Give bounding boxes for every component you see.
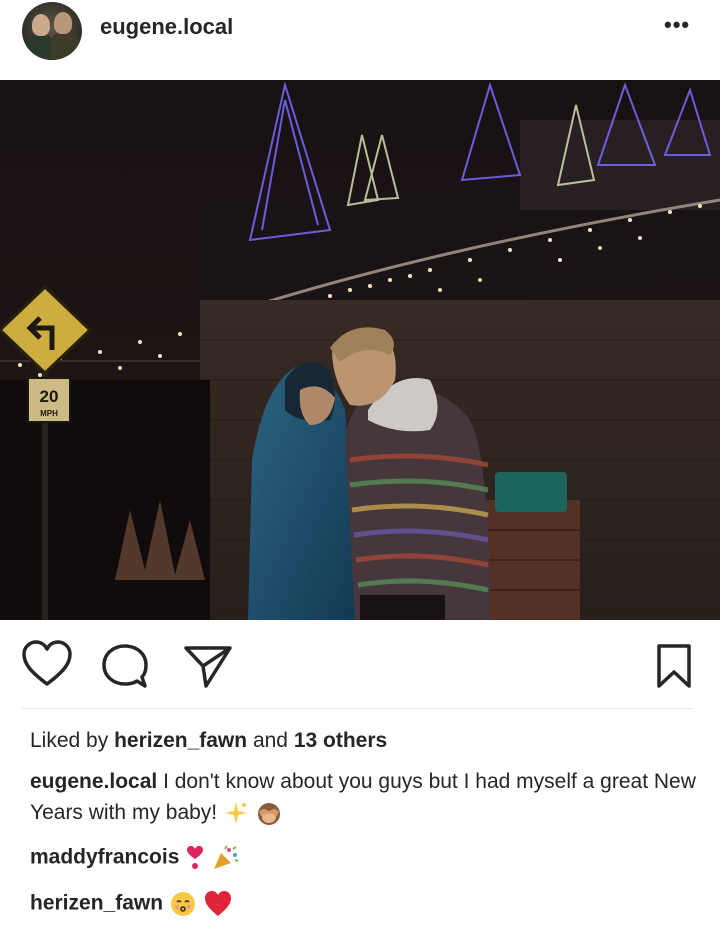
comment-bubble-icon[interactable] — [100, 642, 150, 690]
caption-author[interactable]: eugene.local — [30, 770, 157, 793]
post-photo[interactable]: 20 MPH — [0, 80, 720, 620]
likes-others[interactable]: 13 others — [294, 729, 387, 752]
comment-row: maddyfrancois — [30, 845, 239, 871]
post-header: eugene.local ••• — [0, 0, 720, 80]
paper-plane-icon[interactable] — [182, 642, 234, 690]
heart-exclamation-emoji — [187, 846, 204, 869]
post-author-username[interactable]: eugene.local — [100, 14, 233, 40]
more-options-icon[interactable]: ••• — [664, 12, 690, 38]
likes-middle: and — [252, 729, 288, 752]
see-no-evil-monkey-emoji — [257, 803, 280, 826]
kissing-face-emoji — [170, 892, 195, 916]
comment-row: herizen_fawn — [30, 890, 233, 918]
likes-summary[interactable]: Liked by herizen_fawn and 13 others — [30, 729, 387, 753]
avatar[interactable] — [22, 2, 82, 60]
post-caption: eugene.local I don't know about you guys… — [30, 766, 700, 828]
comment-user[interactable]: maddyfrancois — [30, 846, 179, 869]
sparkles-emoji — [225, 802, 247, 825]
likes-prefix: Liked by — [30, 729, 109, 752]
bookmark-icon[interactable] — [654, 642, 694, 690]
party-popper-emoji — [214, 845, 239, 869]
heart-icon[interactable] — [21, 640, 73, 688]
red-heart-emoji — [204, 891, 231, 916]
comment-user[interactable]: herizen_fawn — [30, 892, 163, 915]
post-action-bar — [0, 630, 720, 700]
divider — [22, 708, 692, 709]
likes-user[interactable]: herizen_fawn — [114, 729, 247, 752]
